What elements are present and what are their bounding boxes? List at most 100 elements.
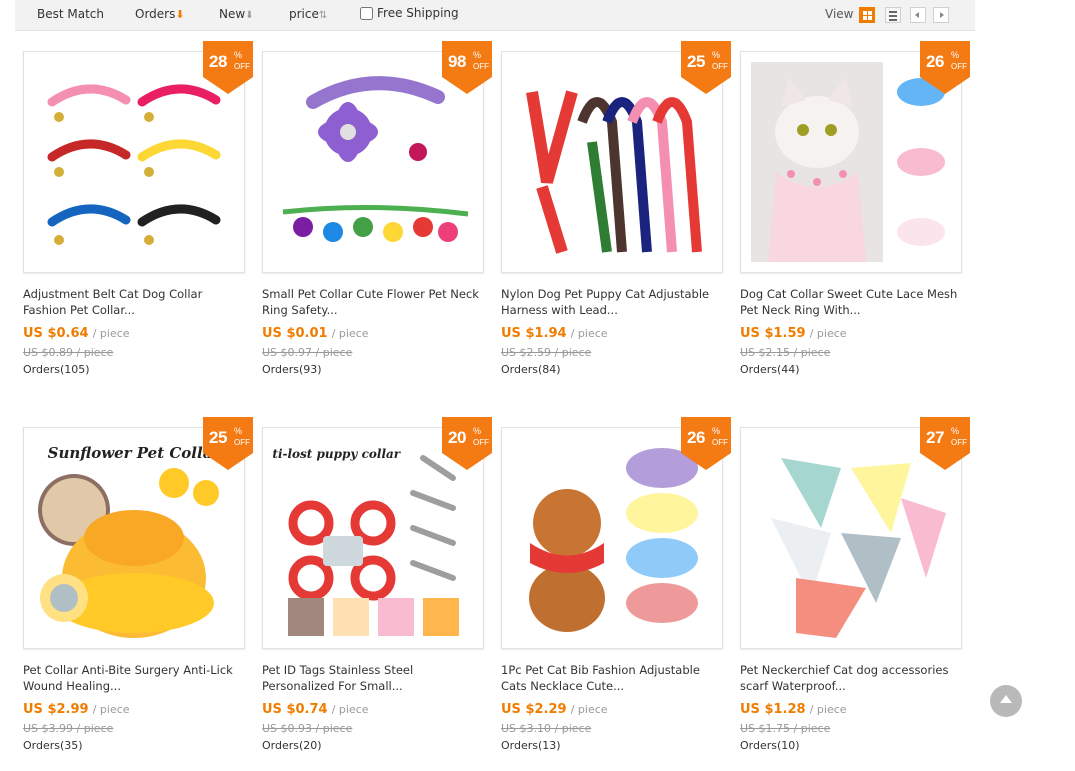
product-price: US $1.94 / piece	[501, 326, 608, 341]
product-price: US $0.74 / piece	[262, 702, 369, 717]
original-price: US $3.99 / piece	[23, 722, 114, 735]
grid-view-icon[interactable]	[859, 7, 875, 23]
price-unit: / piece	[570, 703, 608, 716]
price-value: US $0.64	[23, 326, 89, 341]
product-title[interactable]: Pet Neckerchief Cat dog accessories scar…	[740, 662, 965, 694]
next-page-icon[interactable]	[933, 7, 949, 23]
product-card[interactable]: 98 % OFF Small Pet Collar Cute Flower Pe…	[262, 41, 492, 381]
order-count: Orders(84)	[501, 363, 561, 376]
product-title[interactable]: Pet ID Tags Stainless Steel Personalized…	[262, 662, 487, 694]
order-count: Orders(10)	[740, 739, 800, 752]
sort-orders-label: Orders	[135, 7, 176, 21]
product-price: US $1.28 / piece	[740, 702, 847, 717]
price-unit: / piece	[809, 703, 847, 716]
arrow-down-icon: ⬇	[245, 10, 254, 21]
sort-price-label: price	[289, 7, 319, 21]
discount-value: 98	[448, 52, 466, 71]
product-price: US $2.29 / piece	[501, 702, 608, 717]
price-unit: / piece	[809, 327, 847, 340]
discount-value: 26	[926, 52, 944, 71]
image-caption: Sunflower Pet Collar	[48, 444, 222, 462]
image-caption: anti-lost puppy collar	[273, 447, 402, 461]
order-count: Orders(105)	[23, 363, 90, 376]
off-label: OFF	[951, 438, 967, 447]
discount-badge: 20 % OFF	[442, 417, 492, 470]
product-title[interactable]: Dog Cat Collar Sweet Cute Lace Mesh Pet …	[740, 286, 965, 318]
off-label: OFF	[234, 62, 250, 71]
off-label: OFF	[712, 438, 728, 447]
original-price: US $2.59 / piece	[501, 346, 592, 359]
product-card[interactable]: anti-lost puppy collar 20 % OFF Pet ID T…	[262, 417, 492, 757]
order-count: Orders(35)	[23, 739, 83, 752]
original-price: US $0.89 / piece	[23, 346, 114, 359]
free-shipping-label: Free Shipping	[377, 6, 459, 20]
discount-badge: 98 % OFF	[442, 41, 492, 94]
view-label: View	[825, 7, 854, 21]
product-title[interactable]: 1Pc Pet Cat Bib Fashion Adjustable Cats …	[501, 662, 726, 694]
discount-value: 25	[687, 52, 705, 71]
original-price: US $0.97 / piece	[262, 346, 353, 359]
discount-badge: 26 % OFF	[681, 417, 731, 470]
price-value: US $1.94	[501, 326, 567, 341]
percent-sign: %	[712, 50, 721, 60]
percent-sign: %	[951, 426, 960, 436]
sort-arrows-icon: ⇅	[318, 10, 328, 21]
price-value: US $2.29	[501, 702, 567, 717]
price-unit: / piece	[331, 703, 369, 716]
percent-sign: %	[712, 426, 721, 436]
product-price: US $2.99 / piece	[23, 702, 130, 717]
discount-value: 20	[448, 428, 466, 447]
price-value: US $0.74	[262, 702, 328, 717]
off-label: OFF	[712, 62, 728, 71]
percent-sign: %	[473, 426, 482, 436]
off-label: OFF	[234, 438, 250, 447]
order-count: Orders(13)	[501, 739, 561, 752]
discount-value: 25	[209, 428, 227, 447]
product-card[interactable]: 27 % OFF Pet Neckerchief Cat dog accesso…	[740, 417, 970, 757]
discount-badge: 27 % OFF	[920, 417, 970, 470]
back-to-top-button[interactable]	[990, 685, 1022, 717]
product-title[interactable]: Adjustment Belt Cat Dog Collar Fashion P…	[23, 286, 248, 318]
order-count: Orders(44)	[740, 363, 800, 376]
original-price: US $1.75 / piece	[740, 722, 831, 735]
off-label: OFF	[473, 62, 489, 71]
percent-sign: %	[234, 426, 243, 436]
product-price: US $1.59 / piece	[740, 326, 847, 341]
original-price: US $3.10 / piece	[501, 722, 592, 735]
free-shipping-filter[interactable]: Free Shipping	[360, 6, 459, 20]
percent-sign: %	[234, 50, 243, 60]
product-price: US $0.01 / piece	[262, 326, 369, 341]
discount-badge: 25 % OFF	[203, 417, 253, 470]
price-value: US $1.28	[740, 702, 806, 717]
price-value: US $2.99	[23, 702, 89, 717]
sort-new-label: New	[219, 7, 246, 21]
product-title[interactable]: Pet Collar Anti-Bite Surgery Anti-Lick W…	[23, 662, 248, 694]
product-card[interactable]: 25 % OFF Nylon Dog Pet Puppy Cat Adjusta…	[501, 41, 731, 381]
prev-page-icon[interactable]	[910, 7, 926, 23]
off-label: OFF	[951, 62, 967, 71]
list-view-icon[interactable]	[885, 7, 901, 23]
product-title[interactable]: Nylon Dog Pet Puppy Cat Adjustable Harne…	[501, 286, 726, 318]
sort-best-match[interactable]: Best Match	[37, 7, 104, 21]
product-card[interactable]: Sunflower Pet Collar 25 % OFF Pet Collar…	[23, 417, 253, 757]
chevron-up-icon	[1000, 695, 1012, 703]
sort-new[interactable]: New⬇	[219, 7, 254, 21]
discount-badge: 26 % OFF	[920, 41, 970, 94]
product-title[interactable]: Small Pet Collar Cute Flower Pet Neck Ri…	[262, 286, 487, 318]
sort-bar: Best Match Orders⬇ New⬇ price⇅ Free Ship…	[15, 0, 975, 31]
product-card[interactable]: 26 % OFF Dog Cat Collar Sweet Cute Lace …	[740, 41, 970, 381]
free-shipping-checkbox[interactable]	[360, 6, 373, 20]
original-price: US $2.15 / piece	[740, 346, 831, 359]
sort-orders[interactable]: Orders⬇	[135, 7, 185, 21]
original-price: US $0.93 / piece	[262, 722, 353, 735]
price-unit: / piece	[570, 327, 608, 340]
price-value: US $1.59	[740, 326, 806, 341]
product-card[interactable]: 26 % OFF 1Pc Pet Cat Bib Fashion Adjusta…	[501, 417, 731, 757]
product-card[interactable]: 28 % OFF Adjustment Belt Cat Dog Collar …	[23, 41, 253, 381]
sort-price[interactable]: price⇅	[289, 7, 327, 21]
order-count: Orders(20)	[262, 739, 322, 752]
discount-value: 27	[926, 428, 944, 447]
discount-value: 28	[209, 52, 227, 71]
product-price: US $0.64 / piece	[23, 326, 130, 341]
order-count: Orders(93)	[262, 363, 322, 376]
